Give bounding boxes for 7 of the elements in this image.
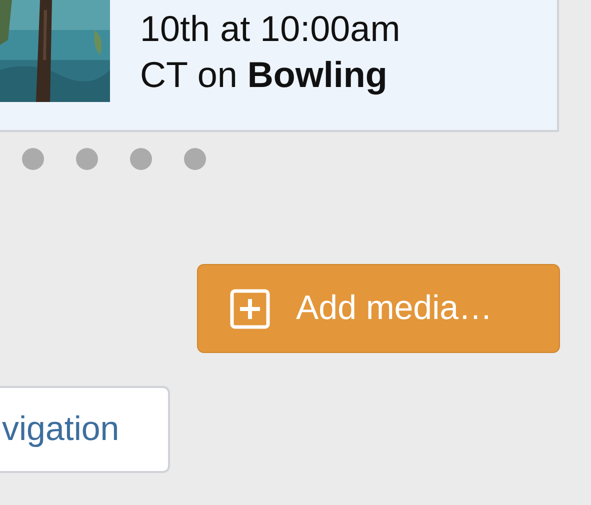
navigation-button[interactable]: vigation [0,386,170,473]
carousel-dot[interactable] [130,148,152,170]
carousel-dot[interactable] [76,148,98,170]
carousel-dot[interactable] [184,148,206,170]
event-description: 10th at 10:00am CT on Bowling [140,7,400,97]
plus-square-icon [230,288,270,328]
carousel-dot[interactable] [22,148,44,170]
